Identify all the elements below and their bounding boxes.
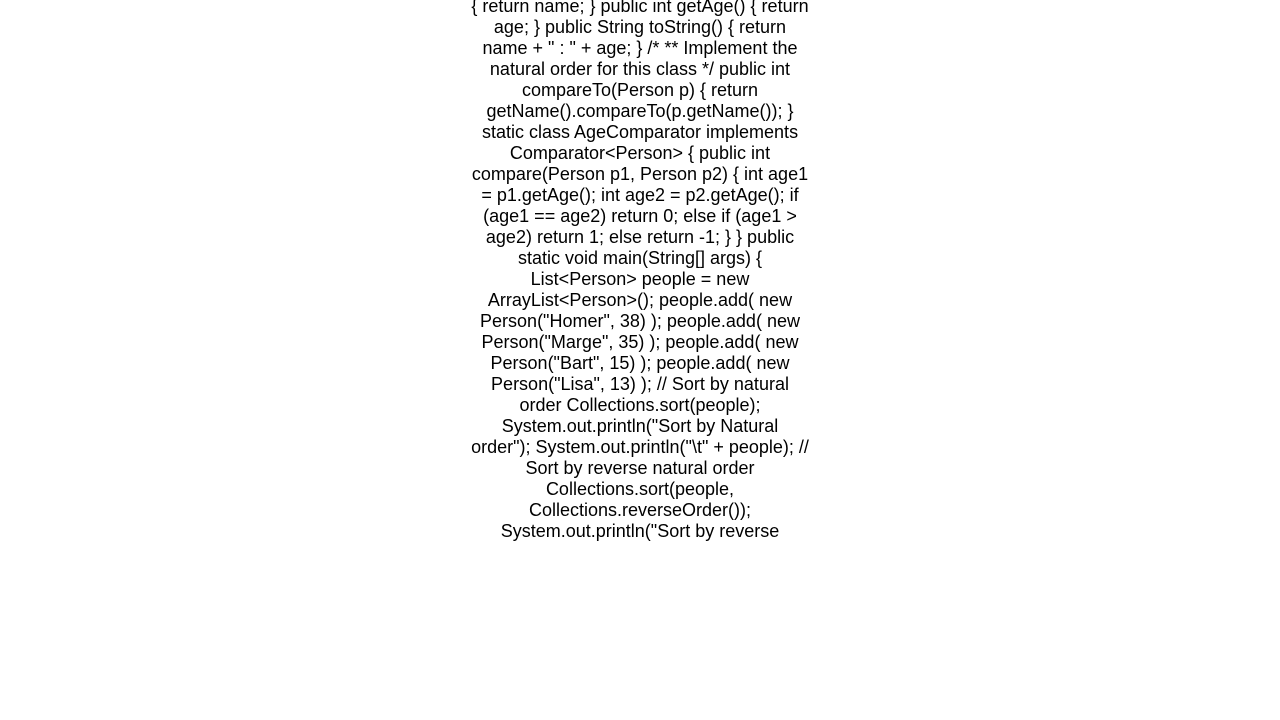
- code-text-block: { return name; } public int getAge() { r…: [470, 0, 810, 542]
